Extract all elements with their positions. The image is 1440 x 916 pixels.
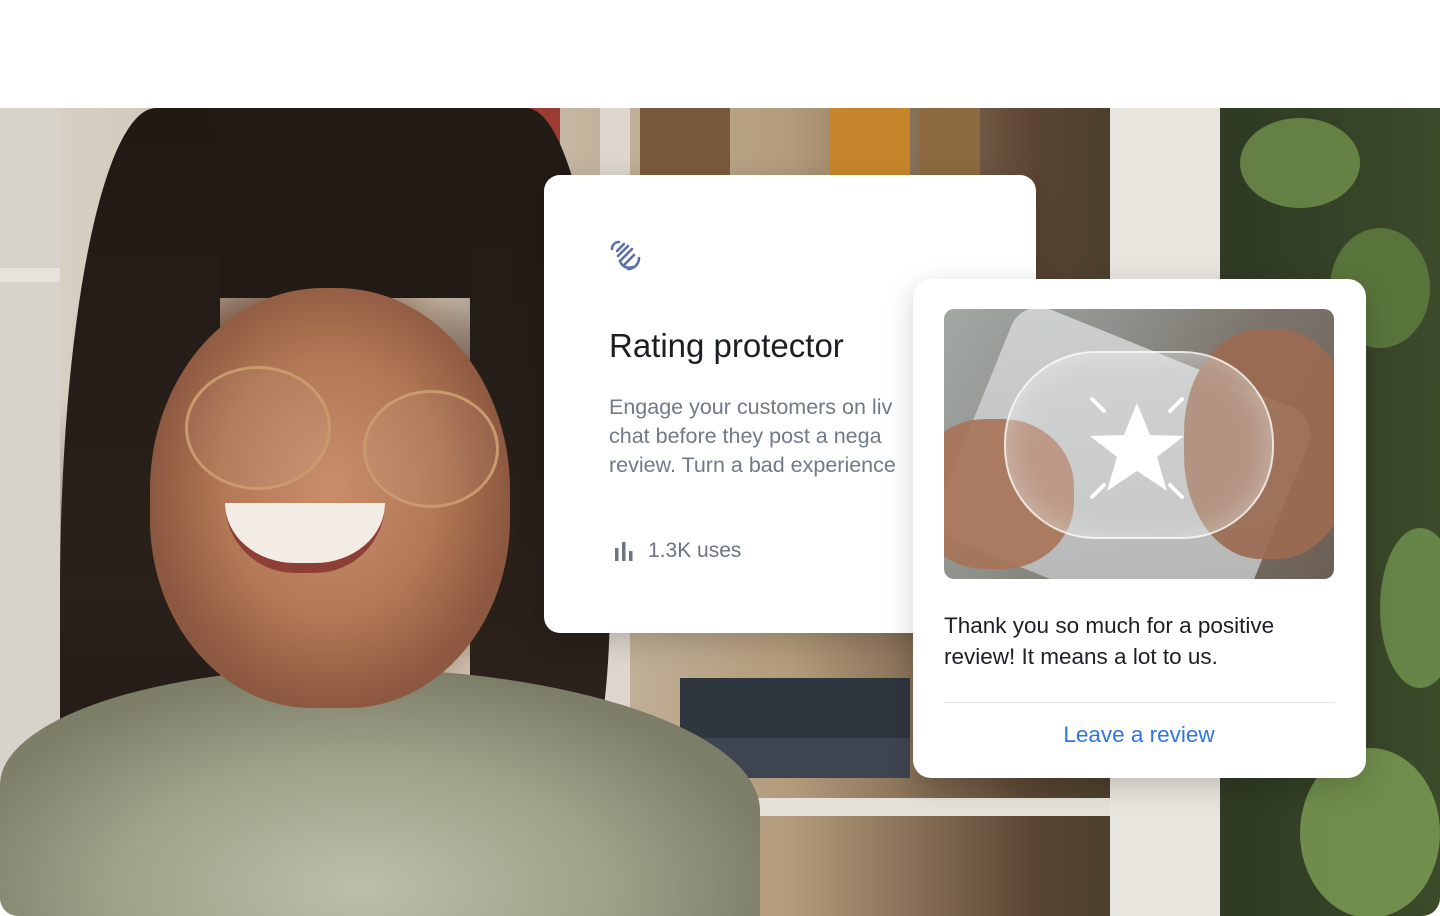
divider (944, 702, 1334, 703)
sweater (0, 668, 760, 916)
uses-label: 1.3K uses (648, 539, 742, 562)
card-description: Engage your customers on liv chat before… (609, 393, 939, 480)
book (920, 108, 980, 178)
leave-review-button[interactable]: Leave a review (944, 722, 1334, 748)
description-line: chat before they post a nega (609, 424, 882, 448)
review-image (944, 309, 1334, 579)
book (830, 108, 910, 178)
plant-leaves (1240, 118, 1360, 208)
review-message: Thank you so much for a positive review!… (944, 613, 1275, 669)
description-line: review. Turn a bad experience (609, 453, 896, 477)
description-line: Engage your customers on liv (609, 395, 893, 419)
glasses-lens-right (363, 390, 499, 508)
shelf-board (0, 268, 60, 282)
star-icon (1090, 397, 1184, 499)
card-title: Rating protector (609, 327, 844, 364)
bar-chart-icon (615, 542, 633, 561)
glasses-lens-left (185, 366, 331, 490)
review-card: Thank you so much for a positive review!… (913, 279, 1366, 778)
book-stack (680, 678, 910, 738)
waving-hand-icon (610, 240, 641, 271)
usage-count: 1.3K uses (612, 539, 741, 563)
plant-leaves (1380, 528, 1440, 688)
